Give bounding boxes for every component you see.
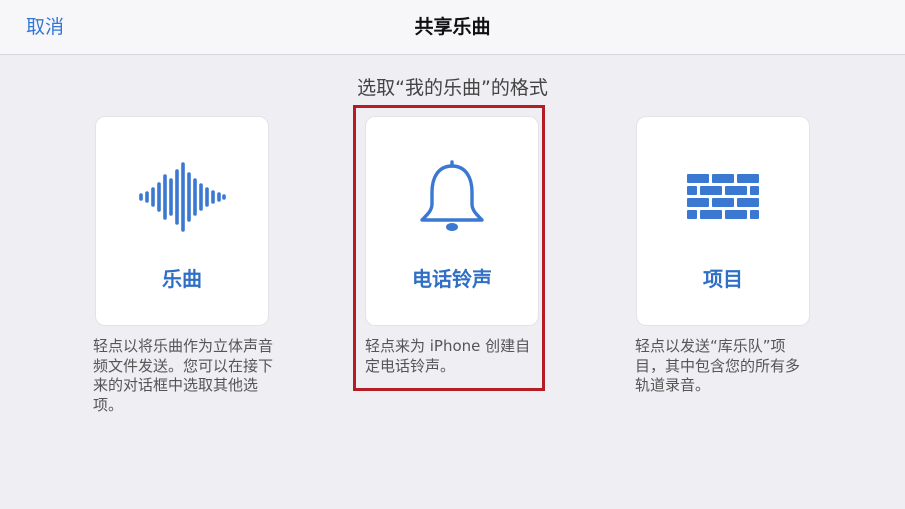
option-ringtone: 电话铃声 轻点来为 iPhone 创建自定电话铃声。	[365, 117, 538, 376]
bell-icon	[366, 159, 538, 235]
ringtone-description: 轻点来为 iPhone 创建自定电话铃声。	[365, 337, 531, 375]
format-prompt: 选取“我的乐曲”的格式	[357, 77, 548, 99]
project-description: 轻点以发送“库乐队”项目，其中包含您的所有多轨道录音。	[635, 337, 801, 394]
option-song: 乐曲 轻点以将乐曲作为立体声音频文件发送。您可以在接下来的对话框中选取其他选项。	[93, 117, 273, 415]
navigation-bar: 取消 共享乐曲	[0, 0, 905, 55]
ringtone-card[interactable]: 电话铃声	[366, 117, 538, 325]
option-project: 项目 轻点以发送“库乐队”项目，其中包含您的所有多轨道录音。	[635, 117, 809, 396]
waveform-icon	[96, 159, 268, 235]
song-description: 轻点以将乐曲作为立体声音频文件发送。您可以在接下来的对话框中选取其他选项。	[93, 337, 274, 414]
project-label: 项目	[703, 267, 743, 291]
project-card[interactable]: 项目	[637, 117, 809, 325]
share-song-screen: 取消 共享乐曲 选取“我的乐曲”的格式 乐曲 轻点以将乐曲作为立体声音频文件发送…	[0, 0, 905, 509]
ringtone-label: 电话铃声	[412, 267, 492, 291]
brick-wall-icon	[637, 159, 809, 235]
song-card[interactable]: 乐曲	[96, 117, 268, 325]
page-title: 共享乐曲	[414, 16, 491, 38]
song-label: 乐曲	[162, 267, 202, 291]
